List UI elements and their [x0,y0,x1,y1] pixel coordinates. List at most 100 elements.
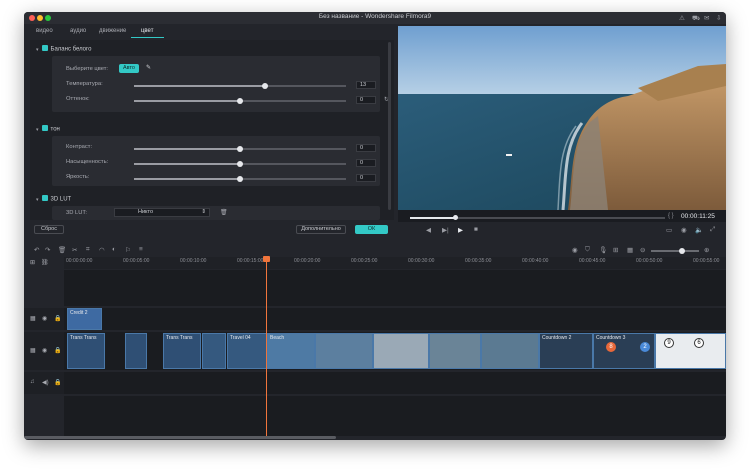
countdown-number: 8 [606,342,616,352]
tab-color[interactable]: цвет [141,28,153,34]
speed-icon[interactable]: ◠ [99,246,105,254]
shield-icon[interactable]: ⛉ [585,246,590,254]
video-clip[interactable]: Travel 04 [227,333,267,369]
zoom-slider-knob[interactable] [679,247,685,254]
link-icon[interactable]: ⛓ [41,259,49,266]
tab-motion[interactable]: движение [99,28,126,34]
cut-icon[interactable]: ✂ [72,246,77,254]
video-clip[interactable] [481,333,539,369]
brightness-value[interactable]: 0 [356,174,376,182]
marker-icon[interactable]: ⚐ [125,246,131,254]
stop-icon[interactable]: ■ [474,226,478,233]
tone-checkbox[interactable] [41,125,48,131]
zoom-out-icon[interactable]: ⊖ [640,246,645,254]
delete-icon[interactable]: 🗑 [58,246,66,254]
grid-icon[interactable]: ▦ [627,246,633,254]
step-forward-icon[interactable]: ▶| [442,226,449,234]
video-clip[interactable]: Countdown 2 [539,333,593,369]
eyedropper-icon[interactable]: ✎ [146,64,151,71]
panel-scrollbar[interactable] [388,42,391,210]
color-panel: ▾ Баланс белого Выберите цвет: Авто ✎ Тем… [30,40,394,220]
contrast-value[interactable]: 0 [356,144,376,152]
redo-icon[interactable]: ↷ [45,246,50,254]
video-clip[interactable]: Countdown 3 8 2 [593,333,655,369]
render-icon[interactable]: ◉ [572,246,578,254]
title-clip[interactable]: Credit 2 [67,308,102,330]
saturation-value[interactable]: 0 [356,159,376,167]
zoom-in-icon[interactable]: ⊕ [704,246,709,254]
cart-icon[interactable]: ⛟ [692,14,700,23]
lut-select[interactable]: Никто ⇕ [114,208,210,217]
temperature-slider[interactable] [134,82,346,89]
video-preview[interactable] [398,26,726,210]
video-clip[interactable]: 9 6 [655,333,726,369]
tint-slider[interactable] [134,97,346,104]
tint-value[interactable]: 0 [356,96,376,104]
video-clip[interactable] [429,333,481,369]
white-balance-header[interactable]: ▾ Баланс белого [36,45,91,53]
white-balance-checkbox[interactable] [41,45,48,51]
lut-header[interactable]: ▾ 3D LUT [36,195,71,203]
adjust-icon[interactable]: ≡ [139,246,143,253]
video-clip[interactable]: Trans Trans [67,333,105,369]
video-track-icon: ▦ [30,316,36,322]
volume-icon[interactable]: 🔈 [695,226,703,234]
lock-icon[interactable]: 🔒 [54,347,61,354]
eye-icon[interactable]: ◉ [42,347,47,354]
download-icon[interactable]: ⇩ [716,14,721,22]
brightness-slider-knob[interactable] [237,175,243,182]
video-clip[interactable] [202,333,226,369]
contrast-slider[interactable] [134,145,346,152]
saturation-slider-knob[interactable] [237,160,243,167]
brightness-slider[interactable] [134,175,346,182]
lut-checkbox[interactable] [41,195,48,201]
playback-knob[interactable] [453,215,459,220]
undo-icon[interactable]: ↶ [34,246,39,254]
eye-icon[interactable]: ◉ [42,315,47,322]
color-icon[interactable]: ◐ [112,246,116,253]
app-window: Без название - Wondershare Filmora9 ⚠ ⛟ … [24,12,726,440]
lock-icon[interactable]: 🔒 [54,379,61,386]
video-clip[interactable]: Beach [267,333,315,369]
playback-progress-bar[interactable] [410,215,665,220]
video-clip[interactable] [125,333,147,369]
saturation-slider[interactable] [134,160,346,167]
speaker-icon[interactable]: ◀) [42,379,49,386]
fullscreen-icon[interactable]: ⤢ [710,226,715,234]
auto-color-button[interactable]: Авто [119,64,139,73]
tint-slider-knob[interactable] [237,97,243,104]
reset-button[interactable]: Сброс [34,225,64,234]
video-clip[interactable]: Trans Trans [163,333,201,369]
playhead-handle[interactable] [263,256,270,262]
split-icon[interactable]: ⊞ [613,246,618,254]
crop-icon[interactable]: ⌗ [86,246,90,254]
tab-audio[interactable]: аудио [70,28,86,34]
mic-icon[interactable]: 🎙 [599,246,607,254]
music-note-icon: ♫ [30,379,35,385]
temperature-slider-knob[interactable] [262,82,269,89]
display-icon[interactable]: ▭ [666,226,672,234]
mail-icon[interactable]: ✉ [704,14,709,22]
timeline-scrollbar[interactable] [24,436,336,439]
play-icon[interactable]: ▶ [458,226,463,234]
ruler-label: 00:00:50:00 [636,258,663,264]
zoom-slider[interactable] [651,247,699,254]
contrast-slider-knob[interactable] [237,145,243,152]
playhead[interactable] [266,257,267,437]
ok-button[interactable]: ОК [355,225,388,234]
account-icon[interactable]: ⚠ [679,14,685,22]
empty-track-area [64,270,726,306]
tab-video[interactable]: видео [36,28,53,34]
video-clip[interactable] [315,333,373,369]
timeline-ruler[interactable]: 00:00:00:00 00:00:05:00 00:00:10:00 00:0… [64,257,726,269]
trash-icon[interactable]: 🗑 [220,209,228,216]
track-header-video: ▦ ◉ 🔒 [24,332,64,370]
add-track-icon[interactable]: ⊞ [30,259,35,266]
skip-back-icon[interactable]: ◀ [426,226,431,234]
snapshot-icon[interactable]: ◉ [681,226,687,234]
lock-icon[interactable]: 🔒 [54,315,61,322]
tone-header[interactable]: ▾ тон [36,125,60,133]
advanced-button[interactable]: Дополнительно [296,225,346,234]
temperature-value[interactable]: 13 [356,81,376,89]
video-clip[interactable] [373,333,429,369]
